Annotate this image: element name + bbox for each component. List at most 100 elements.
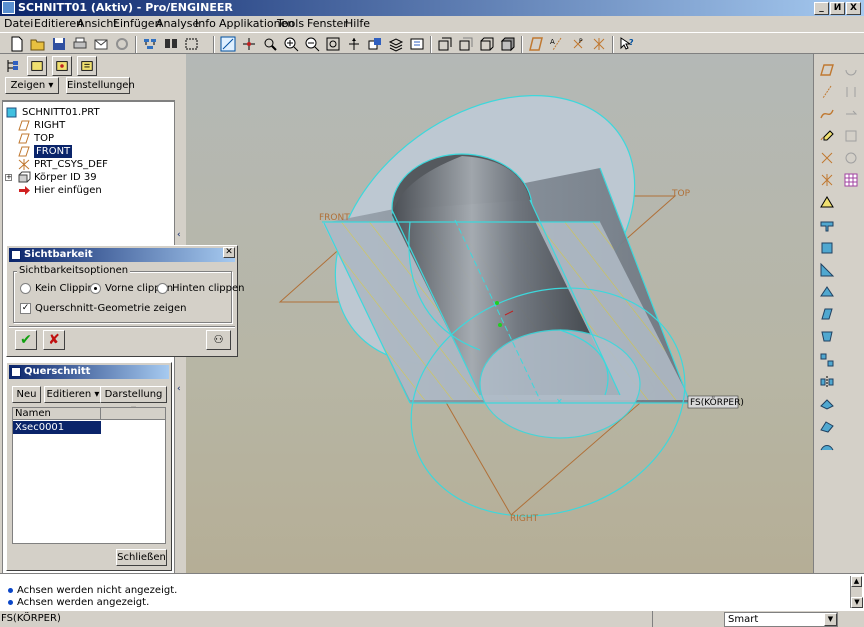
chamfer-tool-icon[interactable] (819, 262, 835, 278)
datum-plane-icon (17, 132, 31, 145)
einstellungen-button[interactable]: Einstellungen ▾ (66, 77, 135, 106)
reorient-icon[interactable] (346, 36, 362, 52)
open-icon[interactable] (30, 36, 46, 52)
radio-vorne-clippen[interactable] (90, 283, 101, 294)
refit-icon[interactable] (325, 36, 341, 52)
menu-editieren[interactable]: Editieren (34, 17, 83, 30)
main-toolbar: A P ? (0, 32, 864, 54)
datum-points-icon[interactable]: P (570, 36, 586, 52)
checkbox-querschnitt-geometrie[interactable]: ✓ (20, 303, 31, 314)
tree-icon[interactable] (5, 58, 21, 74)
close-button[interactable]: X (846, 2, 861, 15)
datum-axis-tool-icon[interactable] (819, 84, 835, 100)
spin-center-icon[interactable] (241, 36, 257, 52)
csys-tool-icon[interactable] (819, 172, 835, 188)
sketch-tool-icon[interactable] (819, 128, 835, 144)
menu-analyse[interactable]: Analyse (156, 17, 199, 30)
email-icon[interactable] (93, 36, 109, 52)
datum-axes-icon[interactable]: A (549, 36, 565, 52)
radio-hinten-clippen-label: Hinten clippen (172, 283, 245, 294)
editieren-button[interactable]: Editieren ▾ (44, 386, 102, 403)
svg-text:A: A (550, 38, 555, 46)
hidden-line-icon[interactable] (458, 36, 474, 52)
view-manager-icon[interactable] (409, 36, 425, 52)
hole-tool-icon[interactable] (819, 218, 835, 234)
no-hidden-icon[interactable] (479, 36, 495, 52)
repaint-icon[interactable] (220, 36, 236, 52)
datum-planes-icon[interactable] (528, 36, 544, 52)
querschnitt-title-bar[interactable]: Querschnitt (9, 365, 169, 379)
radio-kein-clipping[interactable] (20, 283, 31, 294)
offset-tool-icon[interactable] (843, 106, 859, 122)
preview-glasses-icon[interactable]: ⚇ (206, 330, 231, 350)
folder-tab[interactable] (52, 56, 72, 76)
wireframe-icon[interactable] (437, 36, 453, 52)
print-icon[interactable] (72, 36, 88, 52)
menu-ansicht[interactable]: Ansicht (77, 17, 118, 30)
layers-icon[interactable] (388, 36, 404, 52)
radio-hinten-clippen[interactable] (157, 283, 168, 294)
filter-dropdown[interactable]: Smart ▼ (724, 612, 838, 627)
menu-tools[interactable]: Tools (277, 17, 304, 30)
svg-text:?: ? (629, 38, 634, 47)
rib-tool-icon[interactable] (819, 284, 835, 300)
menu-info[interactable]: Info (195, 17, 216, 30)
message-scrollbar[interactable]: ▲ ▼ (850, 576, 863, 608)
zeigen-button[interactable]: Zeigen ▾ (5, 77, 59, 94)
datum-curve-tool-icon[interactable] (819, 106, 835, 122)
cancel-button[interactable]: ✘ (43, 330, 65, 350)
zoom-out-icon[interactable] (304, 36, 320, 52)
maximize-button[interactable]: И (830, 2, 845, 15)
ok-button[interactable]: ✔ (15, 330, 37, 350)
analysis-feature-icon[interactable] (843, 172, 859, 188)
shell-tool-icon[interactable] (843, 62, 859, 78)
favorites-tab[interactable] (77, 56, 97, 76)
trim-feature-icon[interactable] (819, 418, 835, 434)
mirror-tool-icon[interactable] (819, 374, 835, 390)
csys-icon[interactable] (591, 36, 607, 52)
schliessen-button[interactable]: Schließen (116, 549, 167, 566)
sichtbarkeit-close-button[interactable]: ✕ (223, 247, 235, 258)
zoom-in-icon[interactable] (283, 36, 299, 52)
menu-hilfe[interactable]: Hilfe (345, 17, 370, 30)
column-header-namen[interactable]: Namen (13, 408, 101, 420)
regenerate-icon[interactable] (142, 36, 158, 52)
menu-einfuegen[interactable]: Einfügen (113, 17, 162, 30)
datum-point-tool-icon[interactable] (819, 150, 835, 166)
pattern-tool-icon[interactable] (819, 352, 835, 368)
darstellung-button[interactable]: Darstellung ▾ (100, 386, 167, 415)
status-text: FS(KÖRPER) (1, 613, 61, 624)
minimize-button[interactable]: _ (814, 2, 829, 15)
intersect-tool-icon[interactable] (843, 150, 859, 166)
menu-datei[interactable]: Datei (4, 17, 33, 30)
trim-tool-icon[interactable] (843, 84, 859, 100)
extend-tool-icon[interactable] (843, 128, 859, 144)
layer-tab[interactable] (27, 56, 47, 76)
menu-fenster[interactable]: Fenster (307, 17, 348, 30)
thicken-tool-icon[interactable] (819, 440, 835, 456)
querschnitt-dialog: Querschnitt Neu Editieren ▾ Darstellung … (6, 362, 172, 571)
graphics-viewport[interactable]: ✕ FRONT TOP RIGHT FS(KÖRPER) (186, 54, 813, 573)
chevron-down-icon[interactable]: ▼ (824, 613, 837, 626)
collapse-arrow-icon[interactable]: ‹ (177, 230, 181, 240)
saved-views-icon[interactable] (367, 36, 383, 52)
round-tool-icon[interactable] (819, 240, 835, 256)
section-row-selected[interactable]: Xsec0001 (13, 421, 101, 434)
context-help-icon[interactable]: ? (619, 36, 635, 52)
shell-feature-icon[interactable] (819, 328, 835, 344)
shading-icon[interactable] (500, 36, 516, 52)
save-icon[interactable] (51, 36, 67, 52)
collapse-arrow-icon[interactable]: ‹ (177, 384, 181, 394)
neu-button[interactable]: Neu (12, 386, 41, 403)
sichtbarkeit-title-bar[interactable]: Sichtbarkeit (9, 248, 235, 262)
orient-icon[interactable] (262, 36, 278, 52)
expand-icon[interactable]: + (5, 174, 12, 181)
draft-tool-icon[interactable] (819, 306, 835, 322)
analysis-tool-icon[interactable] (819, 194, 835, 210)
find-icon[interactable] (163, 36, 179, 52)
merge-tool-icon[interactable] (819, 396, 835, 412)
datum-plane-tool-icon[interactable] (819, 62, 835, 78)
unlink-icon[interactable] (114, 36, 130, 52)
new-icon[interactable] (9, 36, 25, 52)
select-box-icon[interactable] (184, 36, 200, 52)
